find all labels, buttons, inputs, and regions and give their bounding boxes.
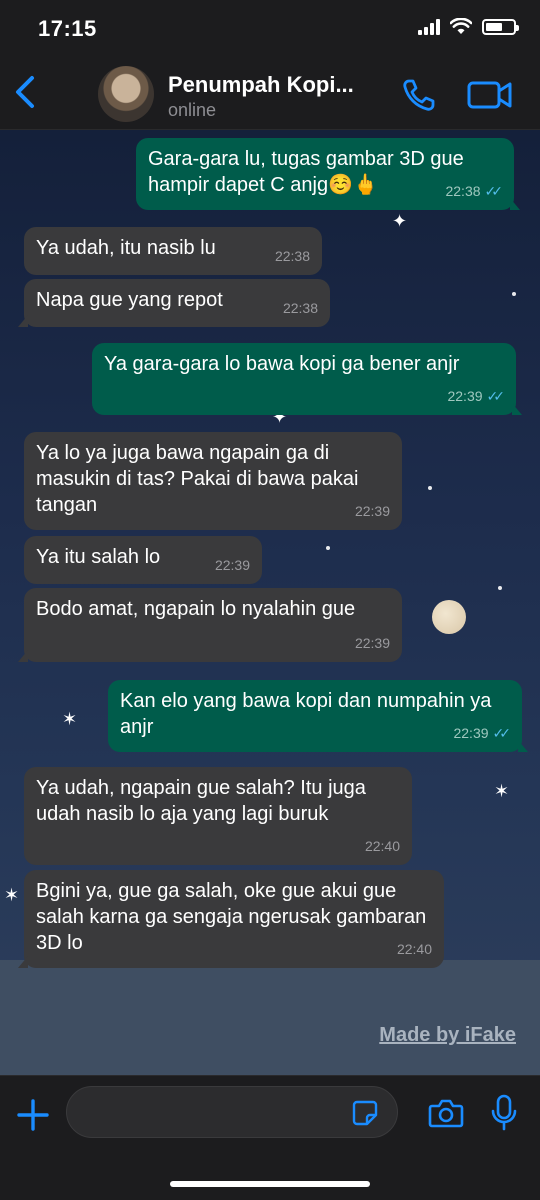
battery-icon bbox=[482, 18, 519, 35]
message-time: 22:39 bbox=[453, 725, 489, 741]
star-decoration: ✶ bbox=[4, 885, 20, 905]
status-bar: 17:15 bbox=[0, 0, 540, 56]
plus-icon[interactable] bbox=[16, 1098, 50, 1132]
message-meta: 22:39 bbox=[355, 630, 390, 656]
star-dot bbox=[512, 292, 516, 296]
message-bubble-incoming[interactable]: Napa gue yang repot 22:38 bbox=[18, 279, 330, 327]
cellular-signal-icon bbox=[418, 18, 440, 35]
message-time: 22:39 bbox=[354, 635, 390, 651]
star-dot bbox=[498, 586, 502, 590]
message-bubble-incoming[interactable]: Bgini ya, gue ga salah, oke gue akui gue… bbox=[18, 870, 444, 968]
message-meta: 22:39 ✓✓ bbox=[453, 720, 512, 746]
contact-name[interactable]: Penumpah Kopi... bbox=[168, 72, 354, 98]
sticker-icon[interactable] bbox=[352, 1100, 378, 1126]
star-decoration: ✦ bbox=[392, 211, 408, 231]
message-bubble-incoming[interactable]: Ya udah, itu nasib lu 22:38 bbox=[24, 227, 322, 275]
message-time: 22:40 bbox=[396, 941, 432, 957]
message-time: 22:38 bbox=[282, 300, 318, 316]
star-decoration: ✶ bbox=[494, 781, 510, 801]
voice-call-icon[interactable] bbox=[400, 76, 438, 114]
read-receipt-icon: ✓✓ bbox=[486, 388, 506, 404]
wallpaper-ground bbox=[0, 960, 540, 1075]
bubble-tail bbox=[510, 198, 520, 210]
message-input[interactable] bbox=[66, 1086, 398, 1138]
message-time: 22:39 bbox=[214, 557, 250, 573]
bubble-tail bbox=[18, 650, 28, 662]
message-bubble-outgoing[interactable]: Gara-gara lu, tugas gambar 3D gue hampir… bbox=[136, 138, 520, 210]
message-text: Ya lo ya juga bawa ngapain ga di masukin… bbox=[36, 442, 359, 516]
microphone-icon[interactable] bbox=[490, 1094, 518, 1132]
camera-icon[interactable] bbox=[428, 1098, 464, 1128]
back-chevron-icon[interactable] bbox=[10, 72, 44, 112]
planet-decoration bbox=[432, 600, 466, 634]
message-bubble-incoming[interactable]: Ya udah, ngapain gue salah? Itu juga uda… bbox=[24, 767, 412, 865]
message-bubble-incoming[interactable]: Ya itu salah lo 22:39 bbox=[24, 536, 262, 584]
read-receipt-icon: ✓✓ bbox=[492, 725, 512, 741]
message-meta: 22:39 ✓✓ bbox=[447, 383, 506, 409]
message-text: Bodo amat, ngapain lo nyalahin gue bbox=[36, 598, 356, 620]
watermark-link[interactable]: Made by iFake bbox=[379, 1024, 516, 1047]
star-dot bbox=[428, 486, 432, 490]
contact-avatar[interactable] bbox=[98, 66, 154, 122]
message-meta: 22:38 bbox=[283, 295, 318, 321]
message-text: Napa gue yang repot bbox=[36, 289, 223, 311]
bubble-tail bbox=[518, 740, 528, 752]
video-call-icon[interactable] bbox=[466, 78, 514, 112]
message-text: Kan elo yang bawa kopi dan numpahin ya a… bbox=[120, 690, 492, 738]
message-meta: 22:38 bbox=[275, 243, 310, 269]
star-decoration: ✶ bbox=[62, 709, 78, 729]
message-bubble-incoming[interactable]: Bodo amat, ngapain lo nyalahin gue 22:39 bbox=[18, 588, 402, 662]
read-receipt-icon: ✓✓ bbox=[484, 183, 504, 199]
message-meta: 22:40 bbox=[397, 936, 432, 962]
home-indicator[interactable] bbox=[170, 1181, 370, 1187]
contact-status: online bbox=[168, 100, 217, 120]
message-bubble-incoming[interactable]: Ya lo ya juga bawa ngapain ga di masukin… bbox=[24, 432, 402, 530]
message-time: 22:39 bbox=[447, 388, 483, 404]
message-text: Ya gara-gara lo bawa kopi ga bener anjr bbox=[104, 353, 460, 375]
star-dot bbox=[326, 546, 330, 550]
bubble-tail bbox=[18, 956, 28, 968]
message-time: 22:38 bbox=[445, 183, 481, 199]
message-time: 22:40 bbox=[364, 838, 400, 854]
message-meta: 22:39 bbox=[355, 498, 390, 524]
bubble-tail bbox=[18, 315, 28, 327]
message-meta: 22:40 bbox=[365, 833, 400, 859]
message-bubble-outgoing[interactable]: Ya gara-gara lo bawa kopi ga bener anjr … bbox=[92, 343, 522, 415]
message-meta: 22:38 ✓✓ bbox=[445, 178, 504, 204]
chat-header: Penumpah Kopi... online bbox=[0, 56, 540, 130]
composer-bar bbox=[0, 1075, 540, 1200]
message-time: 22:39 bbox=[354, 503, 390, 519]
message-text: Ya udah, itu nasib lu bbox=[36, 237, 216, 259]
bubble-tail bbox=[512, 403, 522, 415]
status-time: 17:15 bbox=[38, 16, 97, 41]
message-text: Bgini ya, gue ga salah, oke gue akui gue… bbox=[36, 880, 427, 954]
message-time: 22:38 bbox=[274, 248, 310, 264]
message-bubble-outgoing[interactable]: Kan elo yang bawa kopi dan numpahin ya a… bbox=[108, 680, 528, 752]
status-icons bbox=[418, 18, 519, 35]
message-meta: 22:39 bbox=[215, 552, 250, 578]
message-text: Ya udah, ngapain gue salah? Itu juga uda… bbox=[36, 777, 366, 825]
wifi-icon bbox=[450, 18, 472, 34]
